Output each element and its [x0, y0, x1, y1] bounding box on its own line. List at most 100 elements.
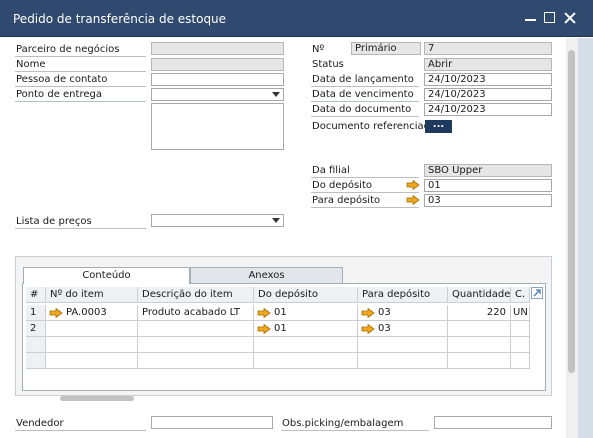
- grid-cell[interactable]: [448, 337, 511, 353]
- to-warehouse-value: 03: [378, 307, 391, 318]
- nome-field[interactable]: [151, 58, 284, 71]
- pessoa-contato-field[interactable]: [151, 73, 284, 86]
- filial-label: Da filial: [312, 165, 350, 176]
- column-header[interactable]: Descrição do item: [138, 287, 254, 303]
- close-icon[interactable]: [562, 10, 578, 26]
- divider: [311, 192, 419, 193]
- divider: [15, 56, 146, 57]
- para-deposito-label: Para depósito: [312, 195, 381, 206]
- chevron-down-icon[interactable]: [272, 218, 280, 223]
- column-header[interactable]: Quantidade: [448, 287, 511, 303]
- uom-cell[interactable]: [511, 321, 530, 337]
- item-number-value: PA.0003: [66, 307, 107, 318]
- divider: [15, 86, 146, 87]
- lista-precos-select[interactable]: [151, 214, 284, 227]
- table-row-empty[interactable]: [26, 337, 530, 353]
- tab-label: Conteúdo: [82, 270, 131, 281]
- ponto-entrega-label: Ponto de entrega: [16, 89, 102, 100]
- divider: [311, 177, 419, 178]
- orange-right-arrow-icon[interactable]: [257, 324, 271, 334]
- tab-anexos[interactable]: Anexos: [190, 267, 343, 284]
- row-number: 1: [26, 305, 46, 321]
- grid-cell[interactable]: [358, 353, 448, 369]
- divider: [311, 116, 419, 117]
- divider: [15, 71, 146, 72]
- documento-referenciado-label: Documento referenciado: [312, 121, 437, 132]
- status-field[interactable]: Abrir: [424, 58, 552, 71]
- expand-diagonal-icon[interactable]: [531, 287, 543, 299]
- item-number-cell[interactable]: [46, 321, 138, 337]
- nome-label: Nome: [16, 59, 46, 70]
- do-deposito-field[interactable]: 01: [424, 179, 552, 192]
- from-warehouse-value: 01: [274, 323, 287, 334]
- data-documento-field[interactable]: 24/10/2023: [424, 103, 552, 116]
- orange-right-arrow-icon[interactable]: [361, 324, 375, 334]
- to-warehouse-cell[interactable]: 03: [358, 305, 448, 321]
- divider: [15, 101, 146, 102]
- window-title: Pedido de transferência de estoque: [13, 12, 227, 26]
- documento-referenciado-button[interactable]: ...: [425, 120, 452, 133]
- no-label: Nº: [312, 44, 325, 55]
- orange-right-arrow-icon[interactable]: [406, 180, 420, 190]
- table-row[interactable]: 2 01 03: [26, 321, 530, 337]
- to-warehouse-value: 03: [378, 323, 391, 334]
- orange-right-arrow-icon[interactable]: [406, 195, 420, 205]
- divider: [15, 228, 146, 229]
- item-number-cell[interactable]: PA.0003: [46, 305, 138, 321]
- row-number: [26, 337, 46, 353]
- table-row[interactable]: 1 PA.0003 Produto acabado LT 01 03 220 U…: [26, 305, 530, 321]
- filial-field[interactable]: SBO Upper: [424, 164, 552, 177]
- chevron-down-icon[interactable]: [272, 92, 280, 97]
- maximize-icon[interactable]: [542, 10, 558, 26]
- lista-precos-label: Lista de preços: [16, 216, 92, 227]
- orange-right-arrow-icon[interactable]: [361, 308, 375, 318]
- grid-cell[interactable]: [46, 337, 138, 353]
- orange-right-arrow-icon[interactable]: [257, 308, 271, 318]
- vertical-scrollbar-thumb[interactable]: [568, 50, 575, 373]
- uom-cell[interactable]: UN: [511, 305, 530, 321]
- vendedor-field[interactable]: [151, 416, 273, 429]
- data-vencimento-label: Data de vencimento: [312, 89, 414, 100]
- series-select[interactable]: Primário: [351, 42, 421, 55]
- from-warehouse-cell[interactable]: 01: [254, 321, 358, 337]
- grid-cell[interactable]: [46, 353, 138, 369]
- from-warehouse-value: 01: [274, 307, 287, 318]
- column-header[interactable]: Nº do item: [46, 287, 138, 303]
- horizontal-scrollbar-thumb[interactable]: [60, 396, 134, 401]
- grid-cell[interactable]: [254, 337, 358, 353]
- ponto-entrega-select[interactable]: [151, 88, 284, 101]
- grid-cell[interactable]: [138, 353, 254, 369]
- column-header[interactable]: C.: [511, 287, 530, 303]
- data-lancamento-field[interactable]: 24/10/2023: [424, 73, 552, 86]
- orange-right-arrow-icon[interactable]: [49, 308, 63, 318]
- document-number-field[interactable]: 7: [424, 42, 552, 55]
- grid-cell[interactable]: [448, 353, 511, 369]
- grid-cell[interactable]: [138, 337, 254, 353]
- row-number: [26, 353, 46, 369]
- table-row-empty[interactable]: [26, 353, 530, 369]
- grid-header-row: # Nº do item Descrição do item Do depósi…: [26, 287, 530, 303]
- divider: [15, 430, 146, 431]
- quantity-cell[interactable]: [448, 321, 511, 337]
- to-warehouse-cell[interactable]: 03: [358, 321, 448, 337]
- grid-cell[interactable]: [511, 353, 530, 369]
- quantity-cell[interactable]: 220: [448, 305, 511, 321]
- grid-cell[interactable]: [254, 353, 358, 369]
- grid-cell[interactable]: [358, 337, 448, 353]
- column-header[interactable]: #: [26, 287, 46, 303]
- column-header[interactable]: Para depósito: [358, 287, 448, 303]
- parceiro-field[interactable]: [151, 42, 284, 55]
- obs-picking-label: Obs.picking/embalagem: [282, 418, 404, 429]
- para-deposito-field[interactable]: 03: [424, 194, 552, 207]
- data-vencimento-field[interactable]: 24/10/2023: [424, 88, 552, 101]
- tab-conteudo[interactable]: Conteúdo: [23, 267, 190, 284]
- from-warehouse-cell[interactable]: 01: [254, 305, 358, 321]
- description-cell[interactable]: [138, 321, 254, 337]
- ponto-entrega-address[interactable]: [151, 103, 284, 150]
- minimize-icon[interactable]: [523, 10, 539, 26]
- vertical-scrollbar[interactable]: [566, 38, 578, 438]
- grid-cell[interactable]: [511, 337, 530, 353]
- obs-picking-field[interactable]: [434, 416, 552, 429]
- description-cell[interactable]: Produto acabado LT: [138, 305, 254, 321]
- column-header[interactable]: Do depósito: [254, 287, 358, 303]
